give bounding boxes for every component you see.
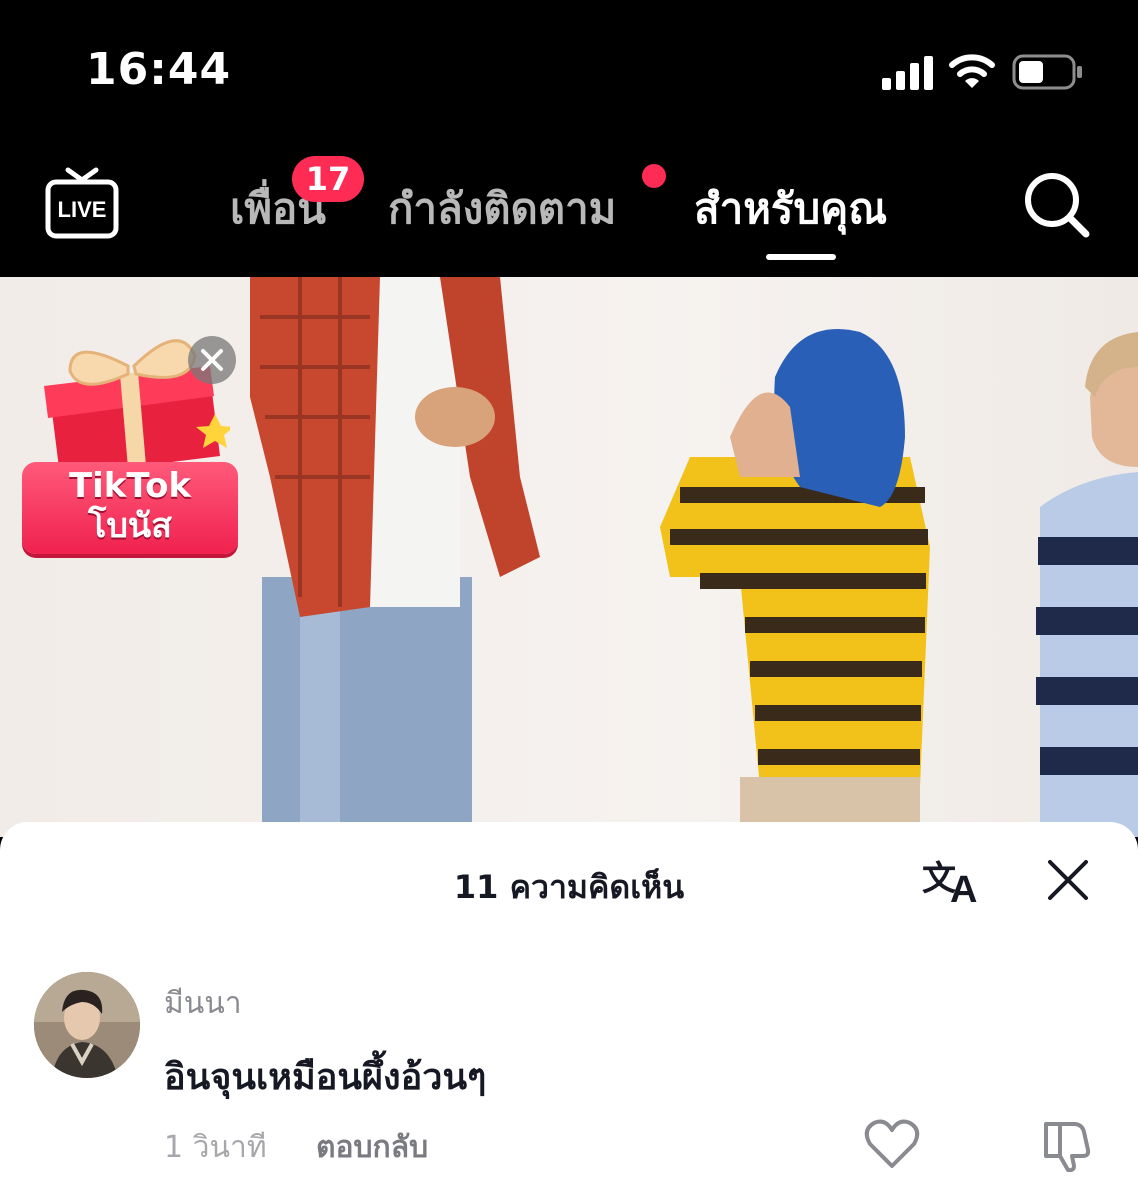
- translate-icon[interactable]: 文 A: [920, 852, 984, 908]
- avatar[interactable]: [34, 972, 140, 1078]
- comment-timestamp: 1 วินาที: [164, 1130, 267, 1165]
- svg-text:A: A: [950, 869, 977, 908]
- comment-username[interactable]: มีนนา: [164, 980, 242, 1027]
- bonus-title: TikTok: [68, 466, 192, 506]
- bonus-label: TikTok โบนัส: [22, 462, 238, 554]
- active-tab-indicator: [766, 254, 836, 260]
- dislike-icon[interactable]: [1040, 1116, 1096, 1172]
- live-tv-icon[interactable]: LIVE: [44, 164, 120, 240]
- close-icon[interactable]: [188, 336, 236, 384]
- cellular-signal-icon: [882, 54, 936, 90]
- bonus-subtitle: โบนัส: [88, 506, 172, 546]
- tiktok-bonus-widget[interactable]: TikTok โบนัส: [18, 320, 242, 560]
- live-label: LIVE: [58, 197, 107, 222]
- search-icon[interactable]: [1022, 170, 1090, 238]
- status-bar: 16:44: [0, 0, 1138, 140]
- tab-for-you[interactable]: สำหรับคุณ: [694, 176, 887, 242]
- top-navigation: LIVE เพื่อน 17 กำลังติดตาม สำหรับคุณ: [0, 140, 1138, 277]
- notification-badge: 17: [292, 156, 364, 202]
- close-comments-icon[interactable]: [1046, 858, 1090, 902]
- battery-icon: [1012, 54, 1082, 90]
- clock: 16:44: [86, 44, 232, 95]
- comments-sheet: 11 ความคิดเห็น 文 A มีนนา อินจุนเหมือนผึ้…: [0, 822, 1138, 1200]
- heart-icon[interactable]: [864, 1118, 920, 1170]
- comment-text: อินจุนเหมือนผึ้งอ้วนๆ: [164, 1057, 487, 1098]
- new-content-dot: [642, 164, 666, 188]
- wifi-icon: [949, 54, 995, 88]
- tab-following[interactable]: กำลังติดตาม: [388, 176, 616, 242]
- reply-button[interactable]: ตอบกลับ: [316, 1124, 428, 1171]
